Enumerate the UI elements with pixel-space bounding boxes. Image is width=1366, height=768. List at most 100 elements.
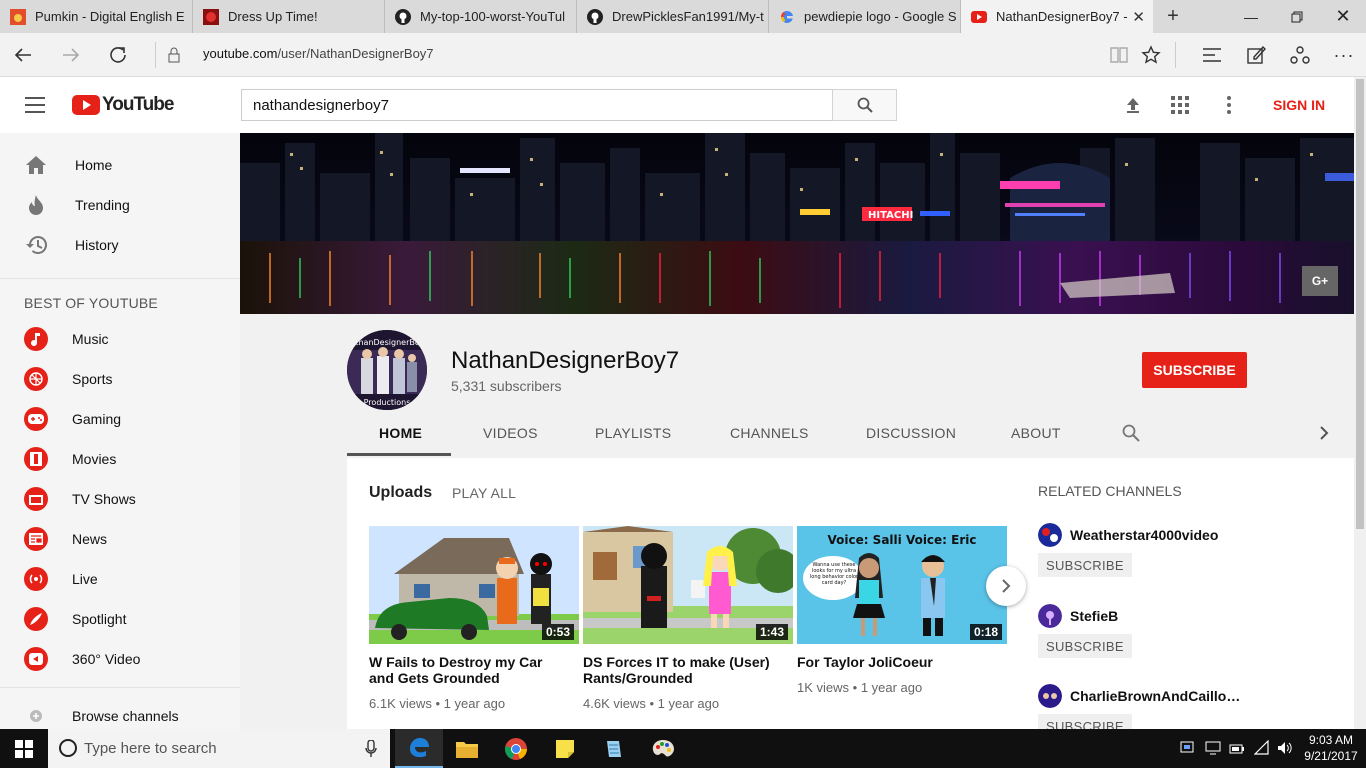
video-duration: 1:43 [755, 624, 788, 640]
taskbar-app[interactable] [590, 729, 638, 768]
related-channel-name[interactable]: StefieB [1070, 608, 1118, 624]
settings-more-icon[interactable] [1226, 96, 1232, 119]
tab-title: My-top-100-worst-YouTul [420, 9, 565, 24]
taskbar-chrome[interactable] [492, 729, 540, 768]
related-subscribe-button[interactable]: SUBSCRIBE [1038, 714, 1132, 729]
video-views: 6.1K views [369, 696, 432, 711]
sidebar-item-sports[interactable]: Sports [0, 359, 240, 399]
taskbar-sticky-notes[interactable] [541, 729, 589, 768]
browser-tab[interactable]: Dress Up Time! [192, 0, 384, 33]
favorite-button[interactable] [1137, 41, 1165, 69]
sidebar-item-360-video[interactable]: 360° Video [0, 639, 240, 679]
search-input[interactable]: nathandesignerboy7 [241, 89, 833, 121]
uploads-heading[interactable]: Uploads [369, 484, 432, 502]
taskbar-paint[interactable] [639, 729, 687, 768]
subscribe-button[interactable]: SUBSCRIBE [1142, 352, 1247, 388]
more-menu-icon[interactable]: ··· [1330, 41, 1358, 69]
play-all-button[interactable]: PLAY ALL [452, 485, 516, 501]
taskbar-edge[interactable] [395, 729, 443, 768]
tab-playlists[interactable]: PLAYLISTS [595, 425, 671, 441]
video-thumbnail[interactable]: 1:43 [583, 526, 793, 644]
taskbar-file-explorer[interactable] [443, 729, 491, 768]
related-channel-name[interactable]: Weatherstar4000video [1070, 527, 1218, 543]
wifi-icon[interactable] [1253, 739, 1270, 761]
web-note-button[interactable] [1242, 41, 1270, 69]
url-field[interactable]: youtube.com/user/NathanDesignerBoy7 [203, 46, 434, 61]
sidebar-item-gaming[interactable]: Gaming [0, 399, 240, 439]
sign-in-button[interactable]: SIGN IN [1273, 97, 1325, 113]
video-title[interactable]: W Fails to Destroy my Car and Gets Groun… [369, 654, 569, 686]
forward-button[interactable] [57, 41, 85, 69]
close-window-button[interactable]: ✕ [1320, 0, 1366, 33]
restore-icon [1291, 11, 1303, 22]
chevron-right-icon[interactable] [1319, 425, 1329, 446]
sidebar-item-browse-channels[interactable]: Browse channels [0, 696, 240, 729]
tab-videos[interactable]: VIDEOS [483, 425, 538, 441]
thumbnail-header-text: Voice: Salli Voice: Eric [827, 533, 976, 547]
channel-banner: HITACHI [240, 133, 1354, 314]
scrollbar-thumb[interactable] [1356, 79, 1364, 529]
share-button[interactable] [1286, 41, 1314, 69]
video-thumbnail[interactable]: Voice: Salli Voice: Eric Wanna use these… [797, 526, 1007, 644]
tab-discussion[interactable]: DISCUSSION [866, 425, 956, 441]
hub-button[interactable] [1198, 41, 1226, 69]
windows-taskbar: Type here to search 9:03 AM 9/21/2017 [0, 729, 1366, 768]
refresh-button[interactable] [104, 41, 132, 69]
sidebar-item-movies[interactable]: Movies [0, 439, 240, 479]
search-button[interactable] [832, 89, 897, 121]
sidebar-item-music[interactable]: Music [0, 319, 240, 359]
tab-home[interactable]: HOME [379, 425, 422, 441]
video-thumbnail[interactable]: 0:53 [369, 526, 579, 644]
sidebar-item-home[interactable]: Home [0, 145, 240, 185]
sidebar-item-news[interactable]: News [0, 519, 240, 559]
github-icon [395, 8, 411, 25]
network-flag-icon[interactable] [1180, 741, 1196, 760]
tab-about[interactable]: ABOUT [1011, 425, 1061, 441]
apps-grid-icon[interactable] [1171, 96, 1189, 119]
taskbar-search-box[interactable]: Type here to search [48, 729, 390, 768]
google-plus-link-button[interactable]: G+ [1302, 266, 1338, 296]
browser-tab[interactable]: pewdiepie logo - Google S [768, 0, 960, 33]
volume-icon[interactable] [1277, 741, 1293, 760]
browser-tab[interactable]: Pumkin - Digital English E [0, 0, 192, 33]
battery-icon[interactable] [1229, 742, 1245, 760]
close-tab-icon[interactable]: ✕ [1132, 8, 1145, 26]
sidebar-item-live[interactable]: Live [0, 559, 240, 599]
channel-search-icon[interactable] [1122, 424, 1140, 447]
restore-button[interactable] [1274, 0, 1320, 33]
sidebar-item-spotlight[interactable]: Spotlight [0, 599, 240, 639]
reading-view-icon [1110, 47, 1128, 63]
browser-tab[interactable]: DrewPicklesFan1991/My-t [576, 0, 768, 33]
back-button[interactable] [9, 41, 37, 69]
carousel-next-button[interactable] [986, 566, 1026, 606]
sidebar-item-history[interactable]: History [0, 225, 240, 265]
youtube-header: YouTube nathandesignerboy7 SIGN IN [0, 77, 1366, 133]
reading-view-button[interactable] [1105, 41, 1133, 69]
browser-tab[interactable]: My-top-100-worst-YouTul [384, 0, 576, 33]
browser-tab-active[interactable]: NathanDesignerBoy7 - ✕ [960, 0, 1153, 33]
display-icon[interactable] [1205, 741, 1221, 760]
tab-channels[interactable]: CHANNELS [730, 425, 809, 441]
sidebar-item-tv-shows[interactable]: TV Shows [0, 479, 240, 519]
youtube-logo[interactable]: YouTube [72, 94, 174, 116]
related-subscribe-button[interactable]: SUBSCRIBE [1038, 634, 1132, 658]
minimize-button[interactable]: — [1228, 0, 1274, 33]
sidebar-item-label: Gaming [72, 411, 122, 427]
back-arrow-icon [14, 48, 31, 62]
hamburger-menu-icon[interactable] [24, 96, 46, 119]
banner-sign-text: HITACHI [868, 210, 913, 221]
sidebar-item-trending[interactable]: Trending [0, 185, 240, 225]
video-title[interactable]: DS Forces IT to make (User) Rants/Ground… [583, 654, 783, 686]
scrollbar[interactable] [1354, 77, 1366, 729]
channel-avatar[interactable]: NathanDesignerBoy7 Productions [347, 330, 427, 410]
video-title[interactable]: For Taylor JoliCoeur [797, 654, 997, 670]
taskbar-clock[interactable]: 9:03 AM 9/21/2017 [1300, 732, 1362, 764]
microphone-icon[interactable] [365, 740, 377, 758]
related-channel-name[interactable]: CharlieBrownAndCaillo… [1070, 688, 1240, 704]
windows-start-button[interactable] [0, 729, 48, 768]
new-tab-button[interactable]: + [1153, 0, 1193, 33]
sidebar-item-label: News [72, 531, 108, 547]
upload-icon[interactable] [1123, 95, 1143, 120]
related-subscribe-button[interactable]: SUBSCRIBE [1038, 553, 1132, 577]
related-channel[interactable]: CharlieBrownAndCaillo… SUBSCRIBE [1038, 684, 1278, 729]
